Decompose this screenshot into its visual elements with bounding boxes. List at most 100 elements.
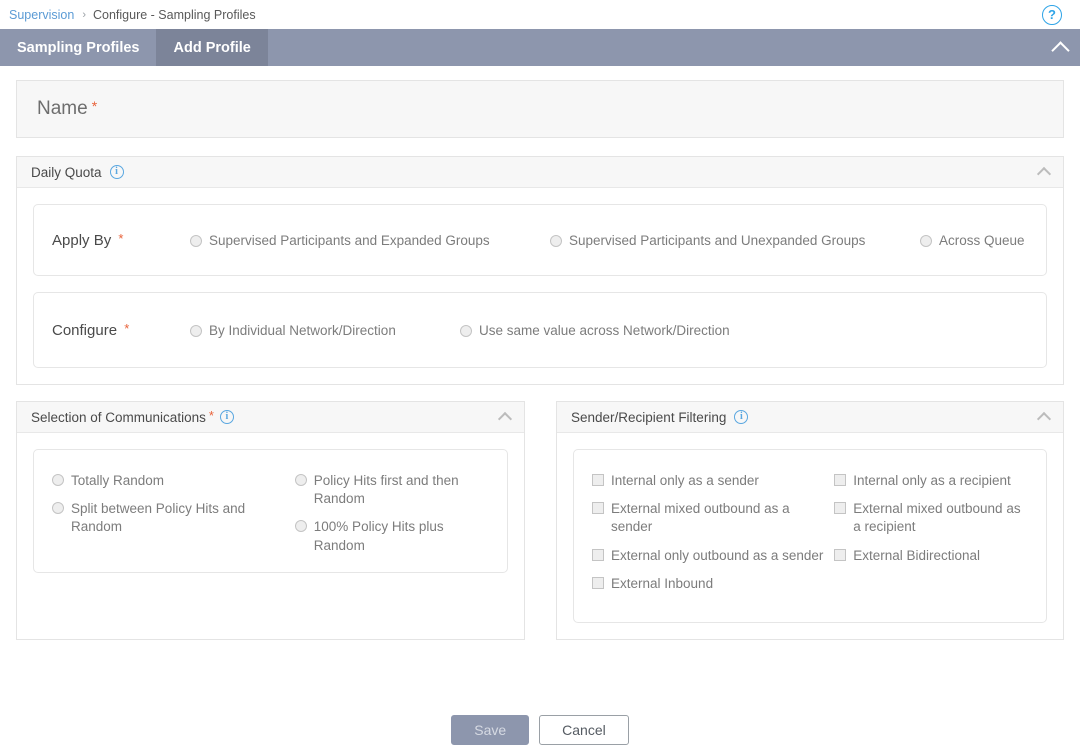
apply-by-row: Apply By * Supervised Participants and E… <box>34 205 1046 275</box>
checkbox-internal-only-as-sender[interactable]: Internal only as a sender <box>592 472 834 490</box>
checkbox-label: External Inbound <box>611 575 714 591</box>
configure-options: By Individual Network/Direction Use same… <box>190 323 1032 338</box>
radio-icon[interactable] <box>190 234 202 247</box>
radio-by-individual-network-direction[interactable]: By Individual Network/Direction <box>190 323 460 338</box>
checkbox-label: Internal only as a sender <box>611 473 759 488</box>
apply-by-options: Supervised Participants and Expanded Gro… <box>190 233 1032 248</box>
panel-selection-collapse-toggle[interactable] <box>497 411 513 427</box>
tab-add-profile[interactable]: Add Profile <box>156 29 268 66</box>
radio-policy-hits-first-then-random[interactable]: Policy Hits first and then Random <box>294 472 489 508</box>
panel-selection-body: Totally Random Split between Policy Hits… <box>17 433 524 589</box>
checkbox-icon[interactable] <box>592 576 604 589</box>
chevron-up-icon <box>1051 41 1070 60</box>
configure-card: Configure * By Individual Network/Direct… <box>33 292 1047 368</box>
checkbox-external-mixed-outbound-as-sender[interactable]: External mixed outbound as a sender <box>592 500 834 536</box>
radio-label: By Individual Network/Direction <box>209 322 396 338</box>
configure-required-marker: * <box>124 320 130 336</box>
radio-icon[interactable] <box>52 474 64 486</box>
panel-daily-quota-title: Daily Quota <box>31 164 102 180</box>
panel-sender-recipient-filtering: Sender/Recipient Filtering i Internal on… <box>556 401 1064 640</box>
selection-column-left: Totally Random Split between Policy Hits… <box>52 472 295 550</box>
radio-icon[interactable] <box>190 324 202 337</box>
cancel-button[interactable]: Cancel <box>539 715 629 745</box>
apply-by-label: Apply By <box>52 231 112 249</box>
radio-100-percent-policy-hits-plus-random[interactable]: 100% Policy Hits plus Random <box>294 518 489 554</box>
name-required-marker: * <box>91 98 98 114</box>
tab-sampling-profiles[interactable]: Sampling Profiles <box>0 29 156 66</box>
checkbox-label: External Bidirectional <box>853 547 981 563</box>
checkbox-icon[interactable] <box>592 502 604 515</box>
checkbox-label: Internal only as a recipient <box>853 473 1011 488</box>
filtering-column-right: Internal only as a recipient External mi… <box>834 472 1028 600</box>
help-icon[interactable]: ? <box>1042 5 1062 25</box>
checkbox-icon[interactable] <box>834 502 847 515</box>
save-button[interactable]: Save <box>451 715 530 745</box>
panel-filtering-title: Sender/Recipient Filtering <box>571 409 727 425</box>
selection-options-card: Totally Random Split between Policy Hits… <box>33 449 508 573</box>
selection-options-grid: Totally Random Split between Policy Hits… <box>34 450 507 572</box>
panel-daily-quota-body: Apply By * Supervised Participants and E… <box>17 188 1063 384</box>
checkbox-label: External mixed outbound as a sender <box>611 501 790 535</box>
radio-supervised-participants-unexpanded-groups[interactable]: Supervised Participants and Unexpanded G… <box>550 233 920 248</box>
apply-by-card: Apply By * Supervised Participants and E… <box>33 204 1047 276</box>
name-label: Name <box>37 98 88 119</box>
checkbox-external-bidirectional[interactable]: External Bidirectional <box>834 547 1028 565</box>
panel-daily-quota: Daily Quota i Apply By * Supervised Part… <box>16 156 1064 385</box>
checkbox-external-only-outbound-as-sender[interactable]: External only outbound as a sender <box>592 547 834 565</box>
radio-label: Policy Hits first and then Random <box>313 473 459 507</box>
apply-by-label-wrap: Apply By * <box>48 230 190 249</box>
radio-across-queue[interactable]: Across Queue <box>920 233 1025 248</box>
checkbox-icon[interactable] <box>592 548 604 561</box>
tab-bar: Sampling Profiles Add Profile <box>0 29 1080 66</box>
panel-filtering-header: Sender/Recipient Filtering i <box>557 402 1063 433</box>
form-actions: Save Cancel <box>0 715 1080 745</box>
panel-filtering-collapse-toggle[interactable] <box>1036 411 1052 427</box>
radio-icon[interactable] <box>52 502 64 515</box>
checkbox-external-mixed-outbound-as-recipient[interactable]: External mixed outbound as a recipient <box>834 500 1028 536</box>
tab-label: Sampling Profiles <box>17 39 140 56</box>
breadcrumb-current: Configure - Sampling Profiles <box>93 7 256 22</box>
breadcrumb-link-supervision[interactable]: Supervision <box>9 8 74 22</box>
panel-selection-header: Selection of Communications * i <box>17 402 524 433</box>
checkbox-icon[interactable] <box>592 474 604 486</box>
checkbox-external-inbound[interactable]: External Inbound <box>592 575 834 593</box>
radio-icon[interactable] <box>460 324 472 337</box>
checkbox-icon[interactable] <box>834 548 847 561</box>
configure-row: Configure * By Individual Network/Direct… <box>34 293 1046 367</box>
radio-supervised-participants-expanded-groups[interactable]: Supervised Participants and Expanded Gro… <box>190 233 550 248</box>
filtering-options-grid: Internal only as a sender External mixed… <box>574 450 1046 622</box>
radio-label: Use same value across Network/Direction <box>479 322 730 338</box>
radio-use-same-value-across-network-direction[interactable]: Use same value across Network/Direction <box>460 323 730 338</box>
filtering-column-left: Internal only as a sender External mixed… <box>592 472 834 600</box>
name-field-row[interactable]: Name * <box>16 80 1064 138</box>
panel-filtering-body: Internal only as a sender External mixed… <box>557 433 1063 639</box>
form-content: Name * Daily Quota i Apply By * Supervis… <box>0 66 1080 640</box>
info-icon[interactable]: i <box>219 410 234 424</box>
configure-label-wrap: Configure * <box>48 320 190 339</box>
radio-totally-random[interactable]: Totally Random <box>52 472 295 490</box>
filtering-options-card: Internal only as a sender External mixed… <box>573 449 1047 623</box>
checkbox-label: External mixed outbound as a recipient <box>853 501 1021 535</box>
tab-label: Add Profile <box>173 39 251 56</box>
breadcrumb-separator-icon: › <box>82 8 86 21</box>
checkbox-label: External only outbound as a sender <box>611 547 824 563</box>
panel-daily-quota-collapse-toggle[interactable] <box>1036 166 1052 182</box>
radio-split-between-policy-hits-and-random[interactable]: Split between Policy Hits and Random <box>52 500 295 536</box>
radio-label: Supervised Participants and Expanded Gro… <box>209 232 490 248</box>
lower-panels: Selection of Communications * i Totally … <box>16 401 1064 640</box>
info-icon[interactable]: i <box>109 165 124 179</box>
apply-by-required-marker: * <box>118 230 124 246</box>
chevron-up-icon <box>1036 411 1052 427</box>
radio-icon[interactable] <box>294 520 307 533</box>
chevron-up-icon <box>1036 166 1052 182</box>
radio-icon[interactable] <box>920 234 932 247</box>
checkbox-internal-only-as-recipient[interactable]: Internal only as a recipient <box>834 472 1028 490</box>
radio-icon[interactable] <box>550 234 562 247</box>
checkbox-icon[interactable] <box>834 474 847 486</box>
radio-icon[interactable] <box>294 474 307 486</box>
configure-label: Configure <box>52 321 118 339</box>
radio-label: 100% Policy Hits plus Random <box>313 519 444 553</box>
tabbar-collapse-toggle[interactable] <box>1051 29 1070 66</box>
info-icon[interactable]: i <box>734 410 749 424</box>
page-root: Supervision › Configure - Sampling Profi… <box>0 0 1080 752</box>
